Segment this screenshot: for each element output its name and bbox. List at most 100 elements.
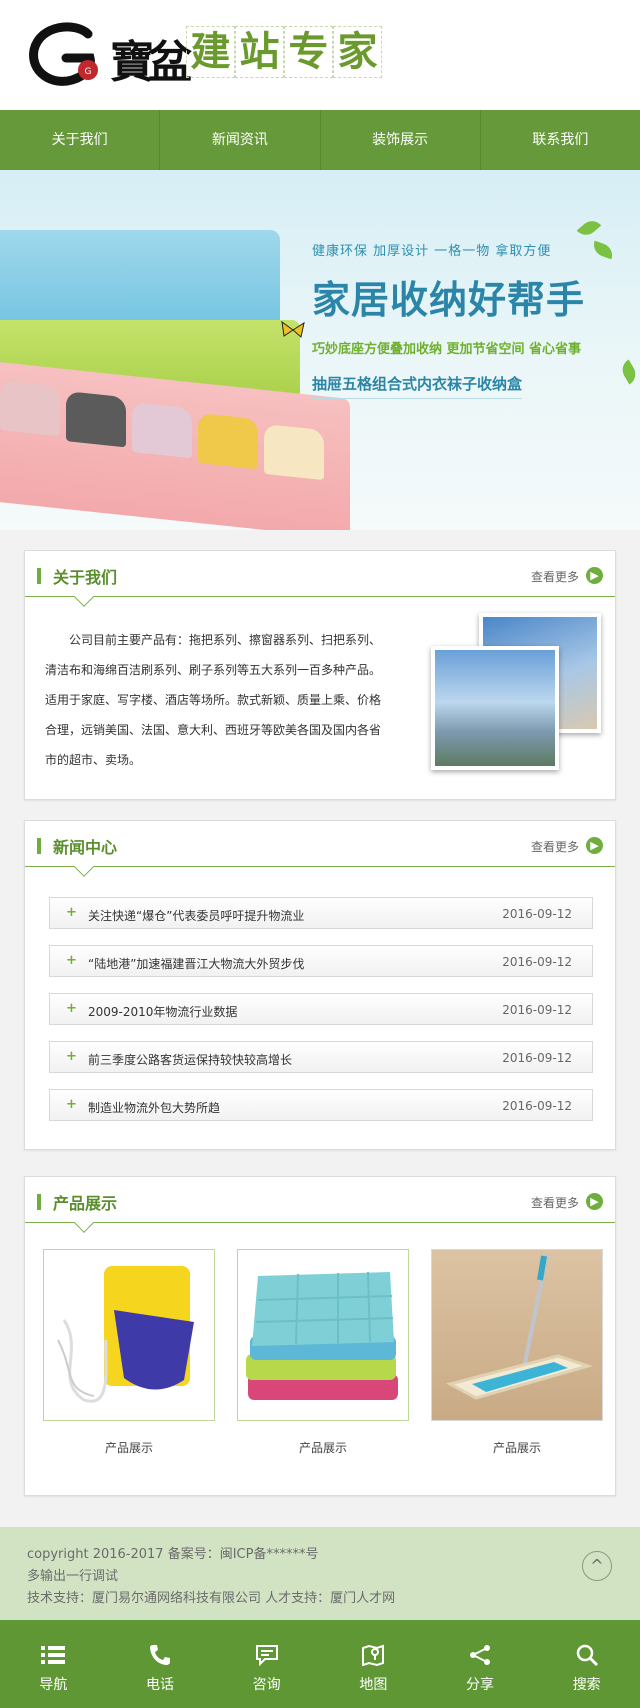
chat-icon (255, 1645, 278, 1666)
plus-icon: + (66, 1097, 77, 1112)
view-more-link[interactable]: 查看更多 (531, 568, 579, 585)
nav-item-decoration[interactable]: 装饰展示 (321, 110, 481, 170)
news-list: + 关注快递“爆仓”代表委员呼吁提升物流业 2016-09-12 + “陆地港”… (49, 897, 593, 1137)
site-logo[interactable]: G 寶盆 建 站 专 家 (26, 20, 406, 90)
about-photo-building (431, 646, 559, 770)
bottom-nav-label: 搜索 (572, 1677, 601, 1693)
footer-debug-line: 多输出一行调试 (27, 1569, 119, 1584)
banner-text: 健康环保 加厚设计 一格一物 拿取方便 家居收纳好帮手 巧妙底座方便叠加收纳 更… (312, 240, 585, 399)
news-date: 2016-09-12 (502, 1003, 572, 1017)
bottom-nav-search[interactable]: 搜索 (533, 1620, 640, 1708)
bottom-nav-menu[interactable]: 导航 (0, 1620, 107, 1708)
footer: copyright 2016-2017 备案号：闽ICP备******号 多输出… (0, 1527, 640, 1622)
product-card[interactable]: 产品展示 (43, 1249, 215, 1456)
news-item[interactable]: + 制造业物流外包大势所趋 2016-09-12 (49, 1089, 593, 1121)
header: G 寶盆 建 站 专 家 (0, 0, 640, 110)
bottom-nav-share[interactable]: 分享 (427, 1620, 534, 1708)
svg-text:G: G (85, 67, 92, 77)
footer-copyright: copyright 2016-2017 备案号：闽ICP备******号 (27, 1547, 319, 1562)
nav-item-about[interactable]: 关于我们 (0, 110, 161, 170)
plus-icon: + (66, 953, 77, 968)
news-date: 2016-09-12 (502, 955, 572, 969)
product-image-towels[interactable] (237, 1249, 409, 1421)
main-nav: 关于我们 新闻资讯 装饰展示 联系我们 (0, 110, 640, 170)
product-image-window-cleaner[interactable] (43, 1249, 215, 1421)
back-to-top-button[interactable]: ^ (582, 1551, 612, 1581)
bottom-nav-consult[interactable]: 咨询 (213, 1620, 320, 1708)
title-bar-accent (37, 568, 41, 584)
title-bar-accent (37, 1194, 41, 1210)
plus-icon: + (66, 1001, 77, 1016)
product-label: 产品展示 (104, 1441, 153, 1455)
news-item[interactable]: + “陆地港”加速福建晋江大物流大外贸步伐 2016-09-12 (49, 945, 593, 977)
logo-title-char: 建 (186, 26, 235, 78)
map-icon (362, 1644, 385, 1666)
panel-header: 新闻中心 查看更多 ▶ (25, 821, 615, 877)
view-more-link[interactable]: 查看更多 (531, 1194, 579, 1211)
news-item[interactable]: + 关注快递“爆仓”代表委员呼吁提升物流业 2016-09-12 (49, 897, 593, 929)
banner-product-name: 抽屉五格组合式内衣袜子收纳盒 (312, 373, 523, 399)
banner-headline: 家居收纳好帮手 (312, 278, 586, 322)
panel-title: 新闻中心 (53, 838, 118, 857)
product-label: 产品展示 (492, 1441, 541, 1455)
towels-illustration (246, 1271, 398, 1400)
logo-title-char: 专 (284, 26, 333, 78)
news-title: 制造业物流外包大势所趋 (88, 1101, 221, 1115)
butterfly-icon (281, 320, 305, 338)
panel-header: 关于我们 查看更多 ▶ (25, 551, 615, 607)
bottom-nav-phone[interactable]: 电话 (107, 1620, 214, 1708)
product-grid: 产品展示 产品展示 产品展示 (43, 1249, 603, 1456)
title-notch (74, 1213, 94, 1233)
news-date: 2016-09-12 (502, 1099, 572, 1113)
product-image-mop[interactable] (431, 1249, 603, 1421)
hero-banner[interactable]: 健康环保 加厚设计 一格一物 拿取方便 家居收纳好帮手 巧妙底座方便叠加收纳 更… (0, 170, 640, 530)
arrow-right-icon[interactable]: ▶ (586, 837, 603, 854)
title-bar-accent (37, 838, 41, 854)
bottom-toolbar: 导航 电话 咨询 地图 分享 搜索 (0, 1614, 640, 1708)
logo-bao-text: 寶盆 (110, 37, 192, 88)
leaf-decoration (590, 240, 616, 260)
banner-subline: 巧妙底座方便叠加收纳 更加节省空间 省心省事 (312, 342, 582, 357)
news-date: 2016-09-12 (502, 907, 572, 921)
banner-box-cell (66, 391, 126, 448)
bottom-nav-map[interactable]: 地图 (320, 1620, 427, 1708)
about-panel: 关于我们 查看更多 ▶ 公司目前主要产品有：拖把系列、擦窗器系列、扫把系列、清洁… (24, 550, 616, 800)
news-item[interactable]: + 前三季度公路客货运保持较快较高增长 2016-09-12 (49, 1041, 593, 1073)
news-title: 关注快递“爆仓”代表委员呼吁提升物流业 (88, 909, 305, 923)
leaf-decoration (618, 359, 640, 385)
bottom-nav-label: 咨询 (252, 1677, 281, 1693)
phone-icon (150, 1645, 170, 1665)
logo-title: 建 站 专 家 (186, 26, 382, 78)
nav-item-news[interactable]: 新闻资讯 (160, 110, 321, 170)
logo-title-char: 站 (235, 26, 284, 78)
banner-box-cell (132, 402, 192, 459)
title-notch (74, 857, 94, 877)
bottom-nav-label: 地图 (359, 1677, 388, 1693)
bottom-nav-label: 导航 (39, 1677, 68, 1693)
chevron-up-icon: ^ (590, 1556, 604, 1575)
news-item[interactable]: + 2009-2010年物流行业数据 2016-09-12 (49, 993, 593, 1025)
plus-icon: + (66, 1049, 77, 1064)
view-more-link[interactable]: 查看更多 (531, 838, 579, 855)
product-card[interactable]: 产品展示 (431, 1249, 603, 1456)
mop-illustration (445, 1253, 594, 1400)
arrow-right-icon[interactable]: ▶ (586, 1193, 603, 1210)
product-card[interactable]: 产品展示 (237, 1249, 409, 1456)
news-title: 2009-2010年物流行业数据 (88, 1005, 238, 1019)
logo-title-char: 家 (333, 26, 382, 78)
arrow-right-icon[interactable]: ▶ (586, 567, 603, 584)
news-title: 前三季度公路客货运保持较快较高增长 (88, 1053, 293, 1067)
banner-features: 健康环保 加厚设计 一格一物 拿取方便 (312, 244, 552, 259)
products-panel: 产品展示 查看更多 ▶ 产品展示 产品展示 产品展示 (24, 1176, 616, 1496)
bottom-nav-label: 电话 (146, 1677, 174, 1693)
share-icon (470, 1645, 491, 1665)
plus-icon: + (66, 905, 77, 920)
bottom-nav-label: 分享 (466, 1677, 495, 1693)
logo-g-mark: G (29, 22, 98, 86)
nav-item-contact[interactable]: 联系我们 (481, 110, 640, 170)
banner-box-cell (264, 423, 324, 481)
title-notch (74, 587, 94, 607)
window-cleaner-illustration (57, 1266, 194, 1403)
about-description: 公司目前主要产品有：拖把系列、擦窗器系列、扫把系列、清洁布和海绵百洁刷系列、刷子… (45, 633, 382, 767)
panel-header: 产品展示 查看更多 ▶ (25, 1177, 615, 1233)
